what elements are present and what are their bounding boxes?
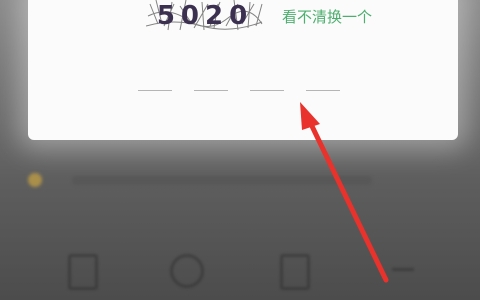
arrow-head bbox=[300, 102, 320, 130]
annotation-arrow bbox=[300, 102, 389, 283]
arrow-shaft bbox=[307, 119, 389, 283]
